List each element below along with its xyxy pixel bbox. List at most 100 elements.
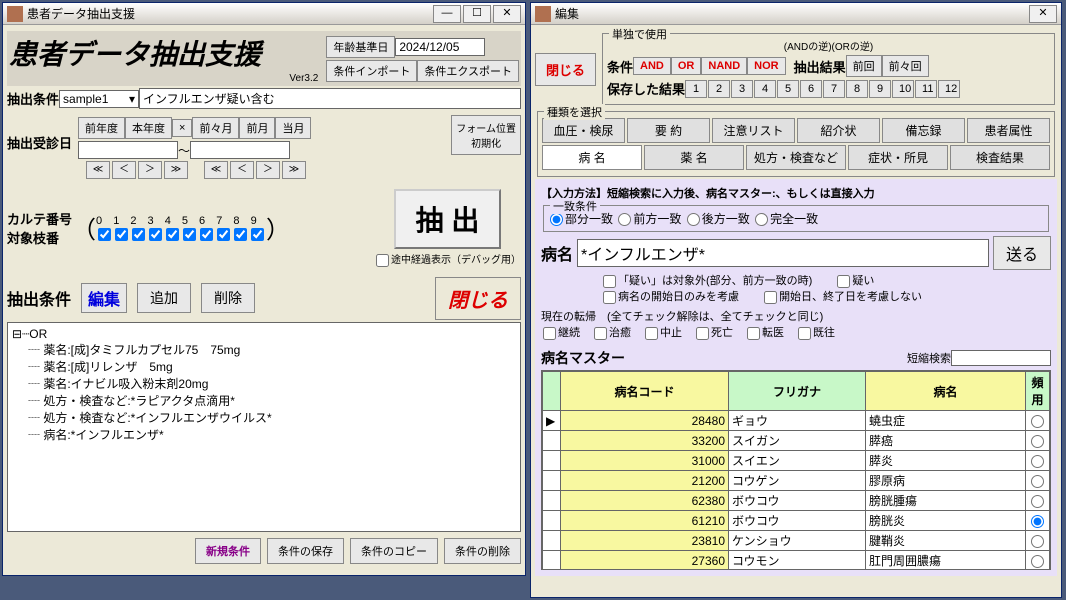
tenki-治癒[interactable]: 治癒 — [592, 327, 631, 339]
table-row[interactable]: 23810ケンショウ腱鞘炎 — [543, 531, 1050, 551]
prev-year-button[interactable]: 前年度 — [78, 117, 125, 139]
tab-注意リスト[interactable]: 注意リスト — [712, 118, 795, 143]
nav-prev-to[interactable]: ＜ — [230, 161, 254, 179]
prev2-month-button[interactable]: 前々月 — [192, 117, 239, 139]
saved-slot-5[interactable]: 5 — [777, 80, 799, 98]
karte-chk-8[interactable] — [234, 228, 247, 241]
tree-item[interactable]: ┈ 病名:*インフルエンザ* — [28, 426, 516, 443]
this-month-button[interactable]: 当月 — [275, 117, 311, 139]
chk-start-only[interactable]: 病名の開始日のみを考慮 — [601, 291, 739, 303]
karte-chk-5[interactable] — [183, 228, 196, 241]
saved-slot-4[interactable]: 4 — [754, 80, 776, 98]
nor-button[interactable]: NOR — [747, 57, 785, 75]
karte-chk-4[interactable] — [166, 228, 179, 241]
date-to[interactable] — [190, 141, 290, 159]
export-button[interactable]: 条件エクスポート — [417, 60, 519, 82]
karte-chk-0[interactable] — [98, 228, 111, 241]
saved-slot-2[interactable]: 2 — [708, 80, 730, 98]
saved-slot-10[interactable]: 10 — [892, 80, 914, 98]
freq-radio[interactable] — [1031, 435, 1044, 448]
age-ref-date[interactable]: 2024/12/05 — [395, 38, 485, 56]
tab-備忘録[interactable]: 備忘録 — [882, 118, 965, 143]
new-cond-button[interactable]: 新規条件 — [195, 538, 261, 564]
close-panel-button[interactable]: 閉じる — [535, 53, 596, 86]
close-button-edit[interactable]: ✕ — [1029, 5, 1057, 23]
tab-病 名[interactable]: 病 名 — [542, 145, 642, 170]
tab-検査結果[interactable]: 検査結果 — [950, 145, 1050, 170]
tree-item[interactable]: ┈ 処方・検査など:*ラピアクタ点滴用* — [28, 392, 516, 409]
delete-button[interactable]: 削除 — [201, 283, 255, 313]
tree-item[interactable]: ┈ 処方・検査など:*インフルエンザウイルス* — [28, 409, 516, 426]
disease-input[interactable]: *インフルエンザ* — [577, 239, 989, 267]
chk-suspect[interactable]: 疑い — [835, 275, 874, 287]
prev-month-button[interactable]: 前月 — [239, 117, 275, 139]
freq-radio[interactable] — [1031, 535, 1044, 548]
karte-chk-9[interactable] — [251, 228, 264, 241]
condition-desc[interactable]: インフルエンザ疑い含む — [139, 88, 521, 109]
clear-date-button[interactable]: × — [172, 119, 192, 137]
minimize-button[interactable]: — — [433, 5, 461, 23]
table-row[interactable]: 21200コウゲン膠原病 — [543, 471, 1050, 491]
saved-slot-1[interactable]: 1 — [685, 80, 707, 98]
tree-item[interactable]: ┈ 薬名:[成]リレンザ 5mg — [28, 358, 516, 375]
saved-slot-12[interactable]: 12 — [938, 80, 960, 98]
titlebar[interactable]: 患者データ抽出支援 — ☐ ✕ — [3, 3, 525, 25]
saved-slot-11[interactable]: 11 — [915, 80, 937, 98]
nav-last-from[interactable]: ≫ — [164, 161, 188, 179]
nav-next-to[interactable]: ＞ — [256, 161, 280, 179]
maximize-button[interactable]: ☐ — [463, 5, 491, 23]
karte-chk-1[interactable] — [115, 228, 128, 241]
tab-症状・所見[interactable]: 症状・所見 — [848, 145, 948, 170]
tenki-中止[interactable]: 中止 — [643, 327, 682, 339]
extract-button[interactable]: 抽 出 — [394, 189, 502, 249]
match-opt-1[interactable]: 前方一致 — [616, 212, 681, 226]
table-row[interactable]: 27360コウモン肛門周囲膿瘍 — [543, 551, 1050, 571]
nav-first-from[interactable]: ≪ — [86, 161, 110, 179]
save-cond-button[interactable]: 条件の保存 — [267, 538, 344, 564]
karte-chk-2[interactable] — [132, 228, 145, 241]
tab-処方・検査など[interactable]: 処方・検査など — [746, 145, 846, 170]
date-from[interactable] — [78, 141, 178, 159]
karte-chk-3[interactable] — [149, 228, 162, 241]
saved-slot-9[interactable]: 9 — [869, 80, 891, 98]
and-button[interactable]: AND — [633, 57, 671, 75]
tab-血圧・検尿[interactable]: 血圧・検尿 — [542, 118, 625, 143]
match-opt-2[interactable]: 後方一致 — [685, 212, 750, 226]
tenki-死亡[interactable]: 死亡 — [694, 327, 733, 339]
debug-checkbox[interactable] — [376, 254, 389, 267]
tree-item[interactable]: ┈ 薬名:イナビル吸入粉末剤20mg — [28, 375, 516, 392]
freq-radio[interactable] — [1031, 515, 1044, 528]
saved-slot-8[interactable]: 8 — [846, 80, 868, 98]
condition-select[interactable]: sample1▾ — [59, 90, 139, 108]
short-search-input[interactable] — [951, 350, 1051, 366]
del-cond-button[interactable]: 条件の削除 — [444, 538, 521, 564]
karte-chk-7[interactable] — [217, 228, 230, 241]
th-code[interactable]: 病名コード — [561, 372, 729, 411]
match-opt-3[interactable]: 完全一致 — [753, 212, 818, 226]
copy-cond-button[interactable]: 条件のコピー — [350, 538, 438, 564]
th-freq[interactable]: 頻用 — [1026, 372, 1050, 411]
match-opt-0[interactable]: 部分一致 — [548, 212, 613, 226]
freq-radio[interactable] — [1031, 475, 1044, 488]
tab-薬 名[interactable]: 薬 名 — [644, 145, 744, 170]
freq-radio[interactable] — [1031, 495, 1044, 508]
condition-tree[interactable]: ⊟┈OR ┈ 薬名:[成]タミフルカプセル75 75mg┈ 薬名:[成]リレンザ… — [7, 322, 521, 532]
freq-radio[interactable] — [1031, 415, 1044, 428]
table-row[interactable]: 62380ボウコウ膀胱腫瘍 — [543, 491, 1050, 511]
tab-要 約[interactable]: 要 約 — [627, 118, 710, 143]
freq-radio[interactable] — [1031, 555, 1044, 568]
th-name[interactable]: 病名 — [866, 372, 1026, 411]
prev2-button[interactable]: 前々回 — [882, 55, 929, 77]
nav-next-from[interactable]: ＞ — [138, 161, 162, 179]
add-button[interactable]: 追加 — [137, 283, 191, 313]
send-button[interactable]: 送る — [993, 236, 1051, 270]
or-button[interactable]: OR — [671, 57, 702, 75]
prev-button[interactable]: 前回 — [846, 55, 882, 77]
table-row[interactable]: ▶28480ギョウ蟯虫症 — [543, 411, 1050, 431]
tree-item[interactable]: ┈ 薬名:[成]タミフルカプセル75 75mg — [28, 341, 516, 358]
chk-ignore-dates[interactable]: 開始日、終了日を考慮しない — [762, 291, 922, 303]
table-row[interactable]: 31000スイエン膵炎 — [543, 451, 1050, 471]
edit-button[interactable]: 編集 — [81, 283, 127, 313]
tenki-継続[interactable]: 継続 — [541, 327, 580, 339]
th-kana[interactable]: フリガナ — [729, 372, 866, 411]
